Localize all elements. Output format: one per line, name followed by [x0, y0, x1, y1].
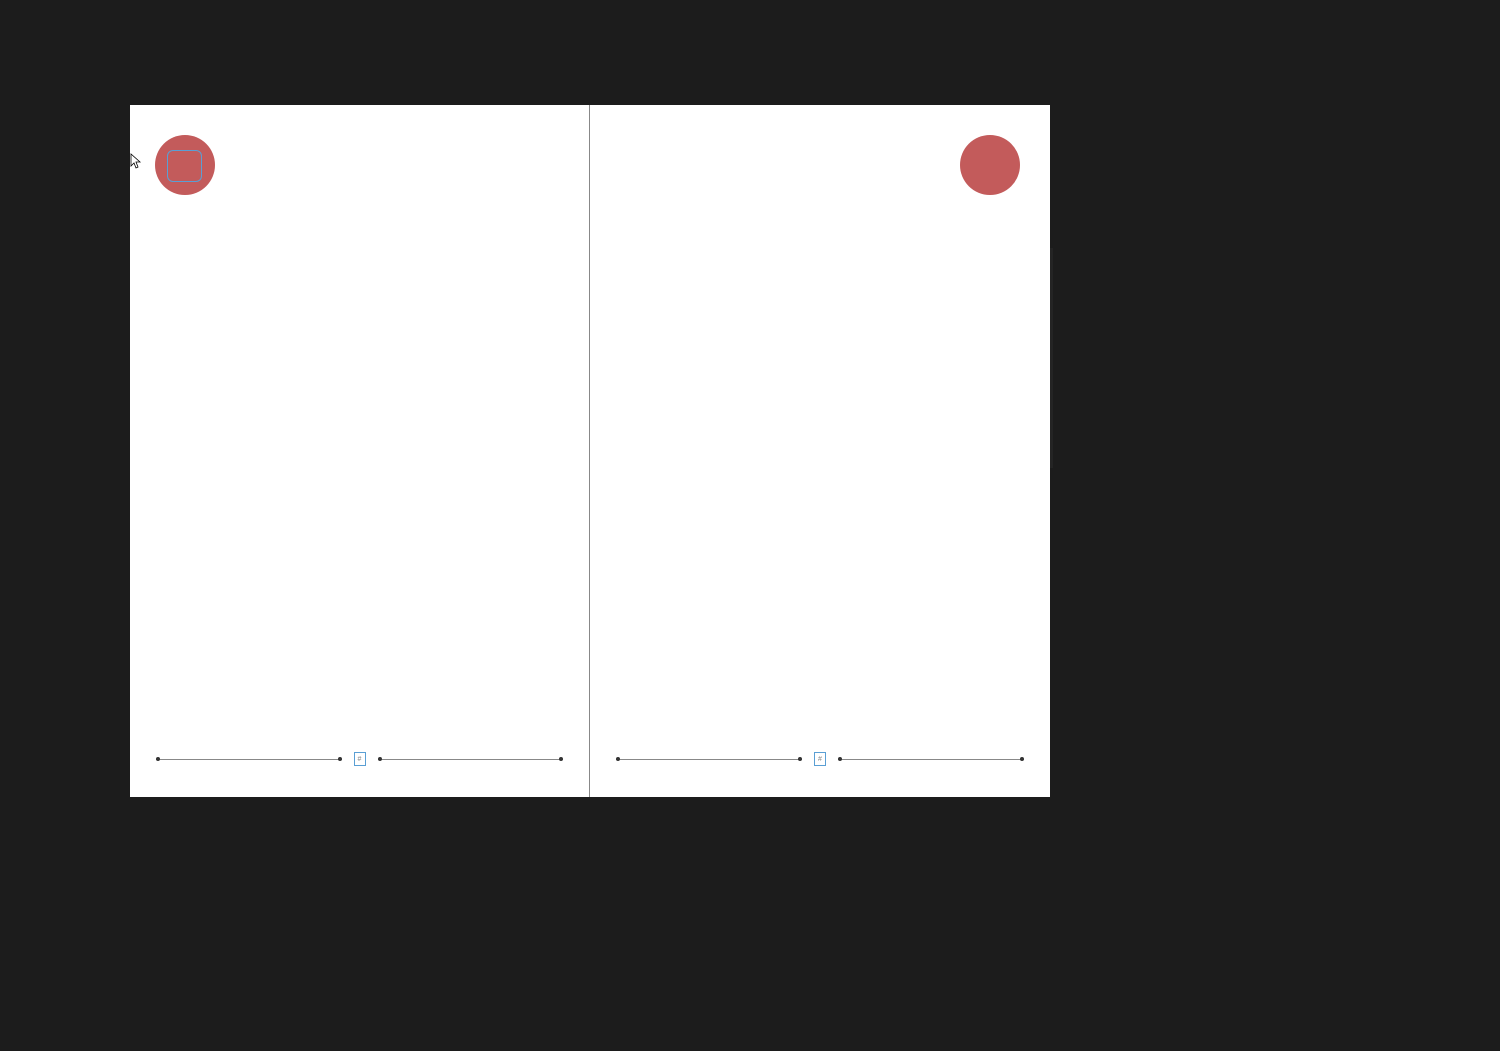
footer-rule-right-2[interactable] [838, 759, 1024, 760]
right-page-footer: # [616, 753, 1024, 765]
page-number-marker: # [818, 756, 822, 763]
left-page-footer: # [156, 753, 563, 765]
cursor-arrow-icon [130, 153, 142, 169]
left-page[interactable]: # [130, 105, 590, 797]
page-number-frame-right[interactable]: # [814, 752, 826, 766]
document-spread[interactable]: # # [130, 105, 1050, 797]
footer-rule-left-2[interactable] [378, 759, 564, 760]
scroll-indicator [1050, 248, 1053, 468]
page-number-frame-left[interactable]: # [354, 752, 366, 766]
selected-frame[interactable] [167, 150, 202, 182]
footer-rule-left-1[interactable] [156, 759, 342, 760]
footer-rule-right-1[interactable] [616, 759, 802, 760]
page-number-marker: # [358, 756, 362, 763]
circle-shape-right[interactable] [960, 135, 1020, 195]
right-page[interactable]: # [590, 105, 1050, 797]
